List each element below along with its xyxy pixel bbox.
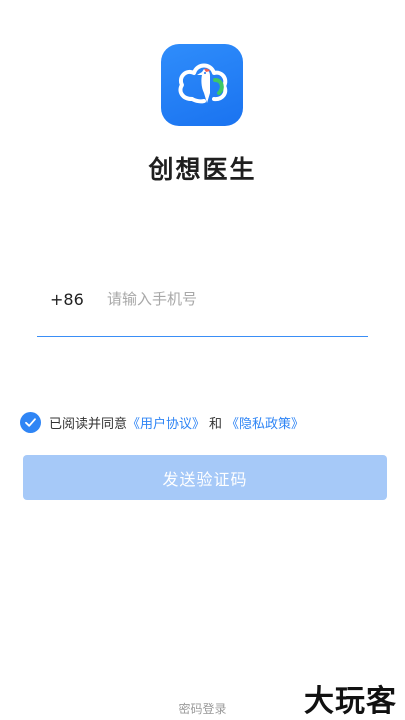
app-logo xyxy=(161,44,243,126)
agreement-row: 已阅读并同意 《用户协议》 和 《隐私政策》 xyxy=(20,411,304,433)
privacy-policy-link[interactable]: 《隐私政策》 xyxy=(226,413,304,432)
user-agreement-link[interactable]: 《用户协议》 xyxy=(127,413,205,432)
country-code[interactable]: +86 xyxy=(50,290,84,309)
agreement-conjunction: 和 xyxy=(209,416,223,432)
phone-input[interactable] xyxy=(107,284,362,314)
cloud-woodpecker-icon xyxy=(178,63,228,104)
agreement-checkbox[interactable] xyxy=(20,411,41,433)
checkmark-icon xyxy=(25,417,36,427)
agreement-prefix: 已阅读并同意 xyxy=(49,416,128,432)
send-code-button[interactable]: 发送验证码 xyxy=(23,455,387,500)
app-name: 创想医生 xyxy=(148,155,257,184)
phone-input-row: +86 xyxy=(37,282,368,337)
watermark: 大玩客 xyxy=(304,684,397,719)
